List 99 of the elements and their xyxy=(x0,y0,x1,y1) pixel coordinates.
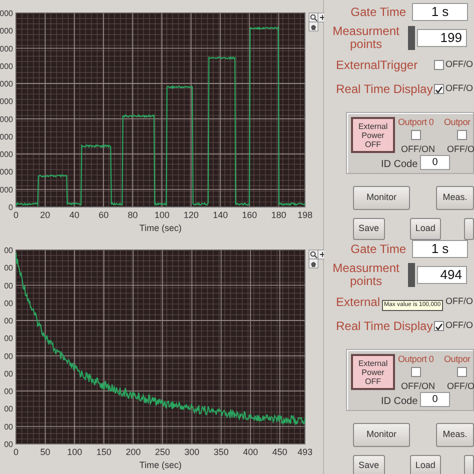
checkbox[interactable] xyxy=(457,130,467,140)
x-tick-label: 40 xyxy=(69,210,80,220)
x-tick-label: 60 xyxy=(98,210,109,220)
action-button[interactable] xyxy=(464,218,474,240)
y-tick-label: 000 xyxy=(0,114,13,124)
x-tick-label: 140 xyxy=(212,210,228,220)
y-tick-label: 000 xyxy=(0,26,13,36)
external-power-button[interactable]: External Power OFF xyxy=(351,117,395,153)
option-label: Real Time Display xyxy=(336,320,433,332)
option-label: External xyxy=(336,296,380,308)
zoom-icon[interactable] xyxy=(308,250,318,260)
y-tick-label: 000 xyxy=(0,97,13,106)
x-tick-label: 0 xyxy=(14,447,18,457)
id-code-field[interactable]: 0 xyxy=(420,392,450,407)
id-code-field[interactable]: 0 xyxy=(420,155,450,170)
y-tick-label: 000 xyxy=(0,62,13,71)
x-tick-label: 350 xyxy=(214,447,229,457)
y-tick-label: 00 xyxy=(4,264,13,273)
option-text: OFF/ON xyxy=(401,143,435,156)
id-code-label: ID Code xyxy=(381,395,418,408)
action-button[interactable]: Save xyxy=(353,218,385,240)
action-button[interactable]: Load xyxy=(410,455,442,474)
option-text: OFF/O xyxy=(447,380,474,393)
option-label: Real Time Display xyxy=(336,82,433,96)
x-tick-label: 100 xyxy=(154,210,170,220)
y-tick-label: 00 xyxy=(4,440,13,449)
action-button[interactable] xyxy=(464,455,474,474)
option-text: OFF/O xyxy=(446,319,473,332)
field-label: Measurment points xyxy=(332,262,400,288)
field-label: Measurment points xyxy=(332,25,400,51)
outport-label: Outpor xyxy=(444,353,470,366)
x-tick-label: 200 xyxy=(126,447,141,457)
y-tick-label: 00 xyxy=(4,352,13,361)
measurement-points-field[interactable]: 494 xyxy=(417,266,467,284)
x-tick-label: 50 xyxy=(40,447,50,457)
zoom-icon[interactable] xyxy=(308,12,318,22)
checkbox[interactable] xyxy=(411,130,421,140)
y-tick-label: 00 xyxy=(4,334,13,344)
action-button[interactable]: Save xyxy=(353,455,385,474)
y-tick-label: 00 xyxy=(4,316,13,326)
y-tick-label: 000 xyxy=(0,44,13,54)
option-text: OFF/O xyxy=(447,143,474,156)
x-tick-label: 80 xyxy=(128,210,138,220)
x-tick-label: 100 xyxy=(67,447,82,457)
checkbox[interactable] xyxy=(434,321,444,331)
y-tick-label: 000 xyxy=(0,132,13,142)
y-tick-label: 000 xyxy=(0,150,13,160)
plus-icon[interactable] xyxy=(318,12,324,22)
gate-time-field[interactable]: 1 s xyxy=(412,3,468,21)
outport-label: Outpor xyxy=(444,116,470,129)
field-label: Gate Time xyxy=(350,6,407,18)
option-text: OFF/O xyxy=(446,82,473,96)
option-text: OFF/O xyxy=(446,58,473,72)
id-code-label: ID Code xyxy=(381,158,418,171)
y-tick-label: 000 xyxy=(0,168,13,177)
x-tick-label: 20 xyxy=(40,210,50,220)
x-tick-label: 160 xyxy=(242,210,258,220)
y-tick-label: 00 xyxy=(4,369,13,378)
x-tick-label: 450 xyxy=(272,447,288,457)
plus-icon[interactable] xyxy=(318,250,324,260)
gate-time-field[interactable]: 1 s xyxy=(412,240,468,258)
y-tick-label: 000 xyxy=(0,9,13,18)
action-button[interactable]: Monitor xyxy=(353,423,410,447)
option-label: ExternalTrigger xyxy=(336,58,418,72)
external-power-button[interactable]: External Power OFF xyxy=(351,354,395,390)
action-button[interactable]: Meas. xyxy=(436,423,474,447)
option-text: OFF/ON xyxy=(401,380,435,393)
option-text: OFF/O xyxy=(446,295,473,308)
x-tick-label: 120 xyxy=(184,210,199,220)
y-tick-label: 00 xyxy=(4,387,13,396)
x-tick-label: 493 xyxy=(297,447,313,457)
y-tick-label: 00 xyxy=(4,422,13,432)
y-tick-label: 0 xyxy=(8,203,13,212)
checkbox[interactable] xyxy=(457,367,467,377)
checkbox[interactable] xyxy=(434,84,444,94)
y-tick-label: 00 xyxy=(4,281,13,290)
x-tick-label: 0 xyxy=(14,210,18,220)
axis-title: Time (sec) xyxy=(139,460,182,470)
x-tick-label: 150 xyxy=(96,447,112,457)
x-tick-label: 180 xyxy=(271,210,286,220)
y-tick-label: 00 xyxy=(4,246,13,255)
x-tick-label: 300 xyxy=(184,447,200,457)
axis-title: Time (sec) xyxy=(139,223,182,233)
y-tick-label: 00 xyxy=(4,298,13,308)
action-button[interactable]: Load xyxy=(410,218,442,240)
measurement-points-field[interactable]: 199 xyxy=(417,29,467,47)
y-tick-label: 00 xyxy=(4,404,13,414)
y-tick-label: 000 xyxy=(0,80,13,89)
action-button[interactable]: Meas. xyxy=(436,186,474,210)
action-button[interactable]: Monitor xyxy=(353,186,410,210)
x-tick-label: 198 xyxy=(297,210,313,220)
outport-label: Outport 0 xyxy=(398,353,434,366)
field-label: Gate Time xyxy=(350,242,407,256)
x-tick-label: 250 xyxy=(155,447,170,457)
checkbox[interactable] xyxy=(434,60,444,70)
checkbox[interactable] xyxy=(411,367,421,377)
outport-label: Outport 0 xyxy=(398,116,434,129)
y-tick-label: 000 xyxy=(0,185,13,194)
x-tick-label: 400 xyxy=(242,447,258,457)
